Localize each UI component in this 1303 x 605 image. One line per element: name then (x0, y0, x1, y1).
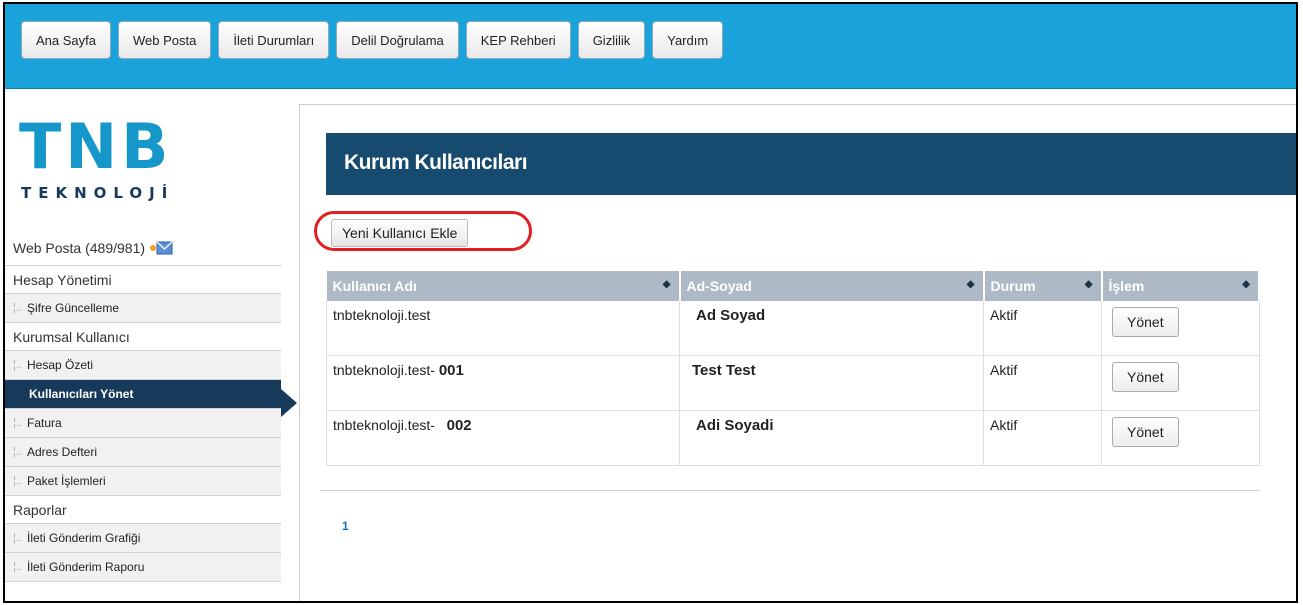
column-header-fullname[interactable]: Ad-Soyad ◆ (679, 271, 985, 301)
sidebar-item-label: Şifre Güncelleme (26, 301, 120, 315)
add-user-button[interactable]: Yeni Kullanıcı Ekle (331, 219, 469, 247)
users-table: Kullanıcı Adı ◆ Ad-Soyad ◆ Durum ◆ İşlem ◆ t… (326, 271, 1260, 466)
cell-fullname: Adi Soyadi (679, 410, 984, 466)
main-nav: Ana Sayfa Web Posta İleti Durumları Deli… (21, 21, 724, 59)
cell-username: tnbteknoloji.test- 002 (326, 410, 680, 466)
sidebar-section-account: Hesap Yönetimi (5, 266, 281, 294)
sidebar-item-manage-users[interactable]: Kullanıcıları Yönet (5, 380, 281, 409)
tree-branch-icon: ¦.. (13, 359, 22, 371)
page-title: Kurum Kullanıcıları (344, 151, 528, 174)
nav-privacy-button[interactable]: Gizlilik (577, 21, 646, 59)
cell-username: tnbteknoloji.test (326, 301, 680, 356)
company-logo: TNB TEKNOLOJİ (19, 112, 219, 212)
sidebar-section-reports: Raporlar (5, 496, 281, 524)
nav-kep-directory-button[interactable]: KEP Rehberi (465, 21, 571, 59)
manage-button[interactable]: Yönet (1112, 417, 1179, 447)
nav-message-status-button[interactable]: İleti Durumları (218, 21, 330, 59)
sidebar-item-package-operations[interactable]: ¦.. Paket İşlemleri (5, 467, 281, 496)
sort-icon: ◆ (662, 279, 671, 290)
sidebar-item-sending-chart[interactable]: ¦.. İleti Gönderim Grafiği (5, 524, 281, 553)
tree-branch-icon: ¦.. (13, 302, 22, 314)
cell-fullname: Test Test (679, 355, 984, 411)
logo-subtitle: TEKNOLOJİ (21, 184, 175, 202)
sort-icon: ◆ (1242, 279, 1250, 290)
tree-branch-icon: ¦.. (13, 417, 22, 429)
top-nav-bar: Ana Sayfa Web Posta İleti Durumları Deli… (5, 4, 1296, 89)
new-mail-icon (149, 241, 173, 255)
cell-status: Aktif (983, 410, 1102, 466)
sidebar-item-label: Kullanıcıları Yönet (29, 387, 134, 401)
sidebar-item-label: Paket İşlemleri (26, 474, 106, 488)
table-row: tnbteknoloji.test- 001 Test Test Aktif Y… (326, 355, 1260, 411)
sidebar-section-corporate: Kurumsal Kullanıcı (5, 323, 281, 351)
table-header-row: Kullanıcı Adı ◆ Ad-Soyad ◆ Durum ◆ İşlem ◆ (326, 271, 1260, 301)
sidebar-item-label: Adres Defteri (26, 445, 98, 459)
sidebar-item-label: Fatura (26, 416, 62, 430)
tree-branch-icon: ¦.. (13, 561, 22, 573)
tree-branch-icon: ¦.. (13, 446, 22, 458)
cell-action: Yönet (1101, 355, 1260, 411)
sidebar-item-label: İleti Gönderim Grafiği (26, 531, 141, 545)
cell-username: tnbteknoloji.test- 001 (326, 355, 680, 411)
page-title-bar: Kurum Kullanıcıları (326, 133, 1296, 195)
sidebar-item-invoice[interactable]: ¦.. Fatura (5, 409, 281, 438)
sort-icon: ◆ (966, 279, 975, 290)
active-item-arrow-icon (281, 389, 297, 417)
sidebar-item-address-book[interactable]: ¦.. Adres Defteri (5, 438, 281, 467)
sidebar: Web Posta (489/981) Hesap Yönetimi ¦.. Ş… (5, 230, 281, 582)
cell-fullname: Ad Soyad (679, 301, 984, 356)
cell-status: Aktif (983, 301, 1102, 356)
table-row: tnbteknoloji.test- 002 Adi Soyadi Aktif … (326, 410, 1260, 466)
app-window: Ana Sayfa Web Posta İleti Durumları Deli… (3, 2, 1298, 603)
main-content: Kurum Kullanıcıları Yeni Kullanıcı Ekle … (299, 104, 1296, 601)
add-user-highlight: Yeni Kullanıcı Ekle (314, 211, 532, 251)
column-header-username[interactable]: Kullanıcı Adı ◆ (326, 271, 681, 301)
sidebar-item-sending-report[interactable]: ¦.. İleti Gönderim Raporu (5, 553, 281, 582)
sidebar-item-label: İleti Gönderim Raporu (26, 560, 145, 574)
sidebar-item-label: Hesap Özeti (26, 358, 94, 372)
cell-action: Yönet (1101, 301, 1260, 356)
nav-evidence-verify-button[interactable]: Delil Doğrulama (336, 21, 459, 59)
content-divider (320, 490, 1260, 491)
pagination-page-1[interactable]: 1 (342, 519, 349, 533)
sidebar-item-change-password[interactable]: ¦.. Şifre Güncelleme (5, 294, 281, 323)
nav-help-button[interactable]: Yardım (652, 21, 724, 59)
sidebar-webmail-link[interactable]: Web Posta (489/981) (5, 230, 281, 266)
cell-action: Yönet (1101, 410, 1260, 466)
manage-button[interactable]: Yönet (1112, 307, 1179, 337)
table-row: tnbteknoloji.test Ad Soyad Aktif Yönet (326, 301, 1260, 356)
column-header-action[interactable]: İşlem ◆ (1101, 271, 1260, 301)
logo-wordmark: TNB (19, 110, 173, 183)
nav-home-button[interactable]: Ana Sayfa (21, 21, 111, 59)
column-header-status[interactable]: Durum ◆ (983, 271, 1103, 301)
tree-branch-icon: ¦.. (13, 532, 22, 544)
sidebar-item-account-summary[interactable]: ¦.. Hesap Özeti (5, 351, 281, 380)
tree-branch-icon: ¦.. (13, 475, 22, 487)
sort-icon: ◆ (1084, 279, 1093, 290)
manage-button[interactable]: Yönet (1112, 362, 1179, 392)
nav-webmail-button[interactable]: Web Posta (118, 21, 212, 59)
cell-status: Aktif (983, 355, 1102, 411)
webmail-count-label: Web Posta (489/981) (13, 239, 146, 256)
